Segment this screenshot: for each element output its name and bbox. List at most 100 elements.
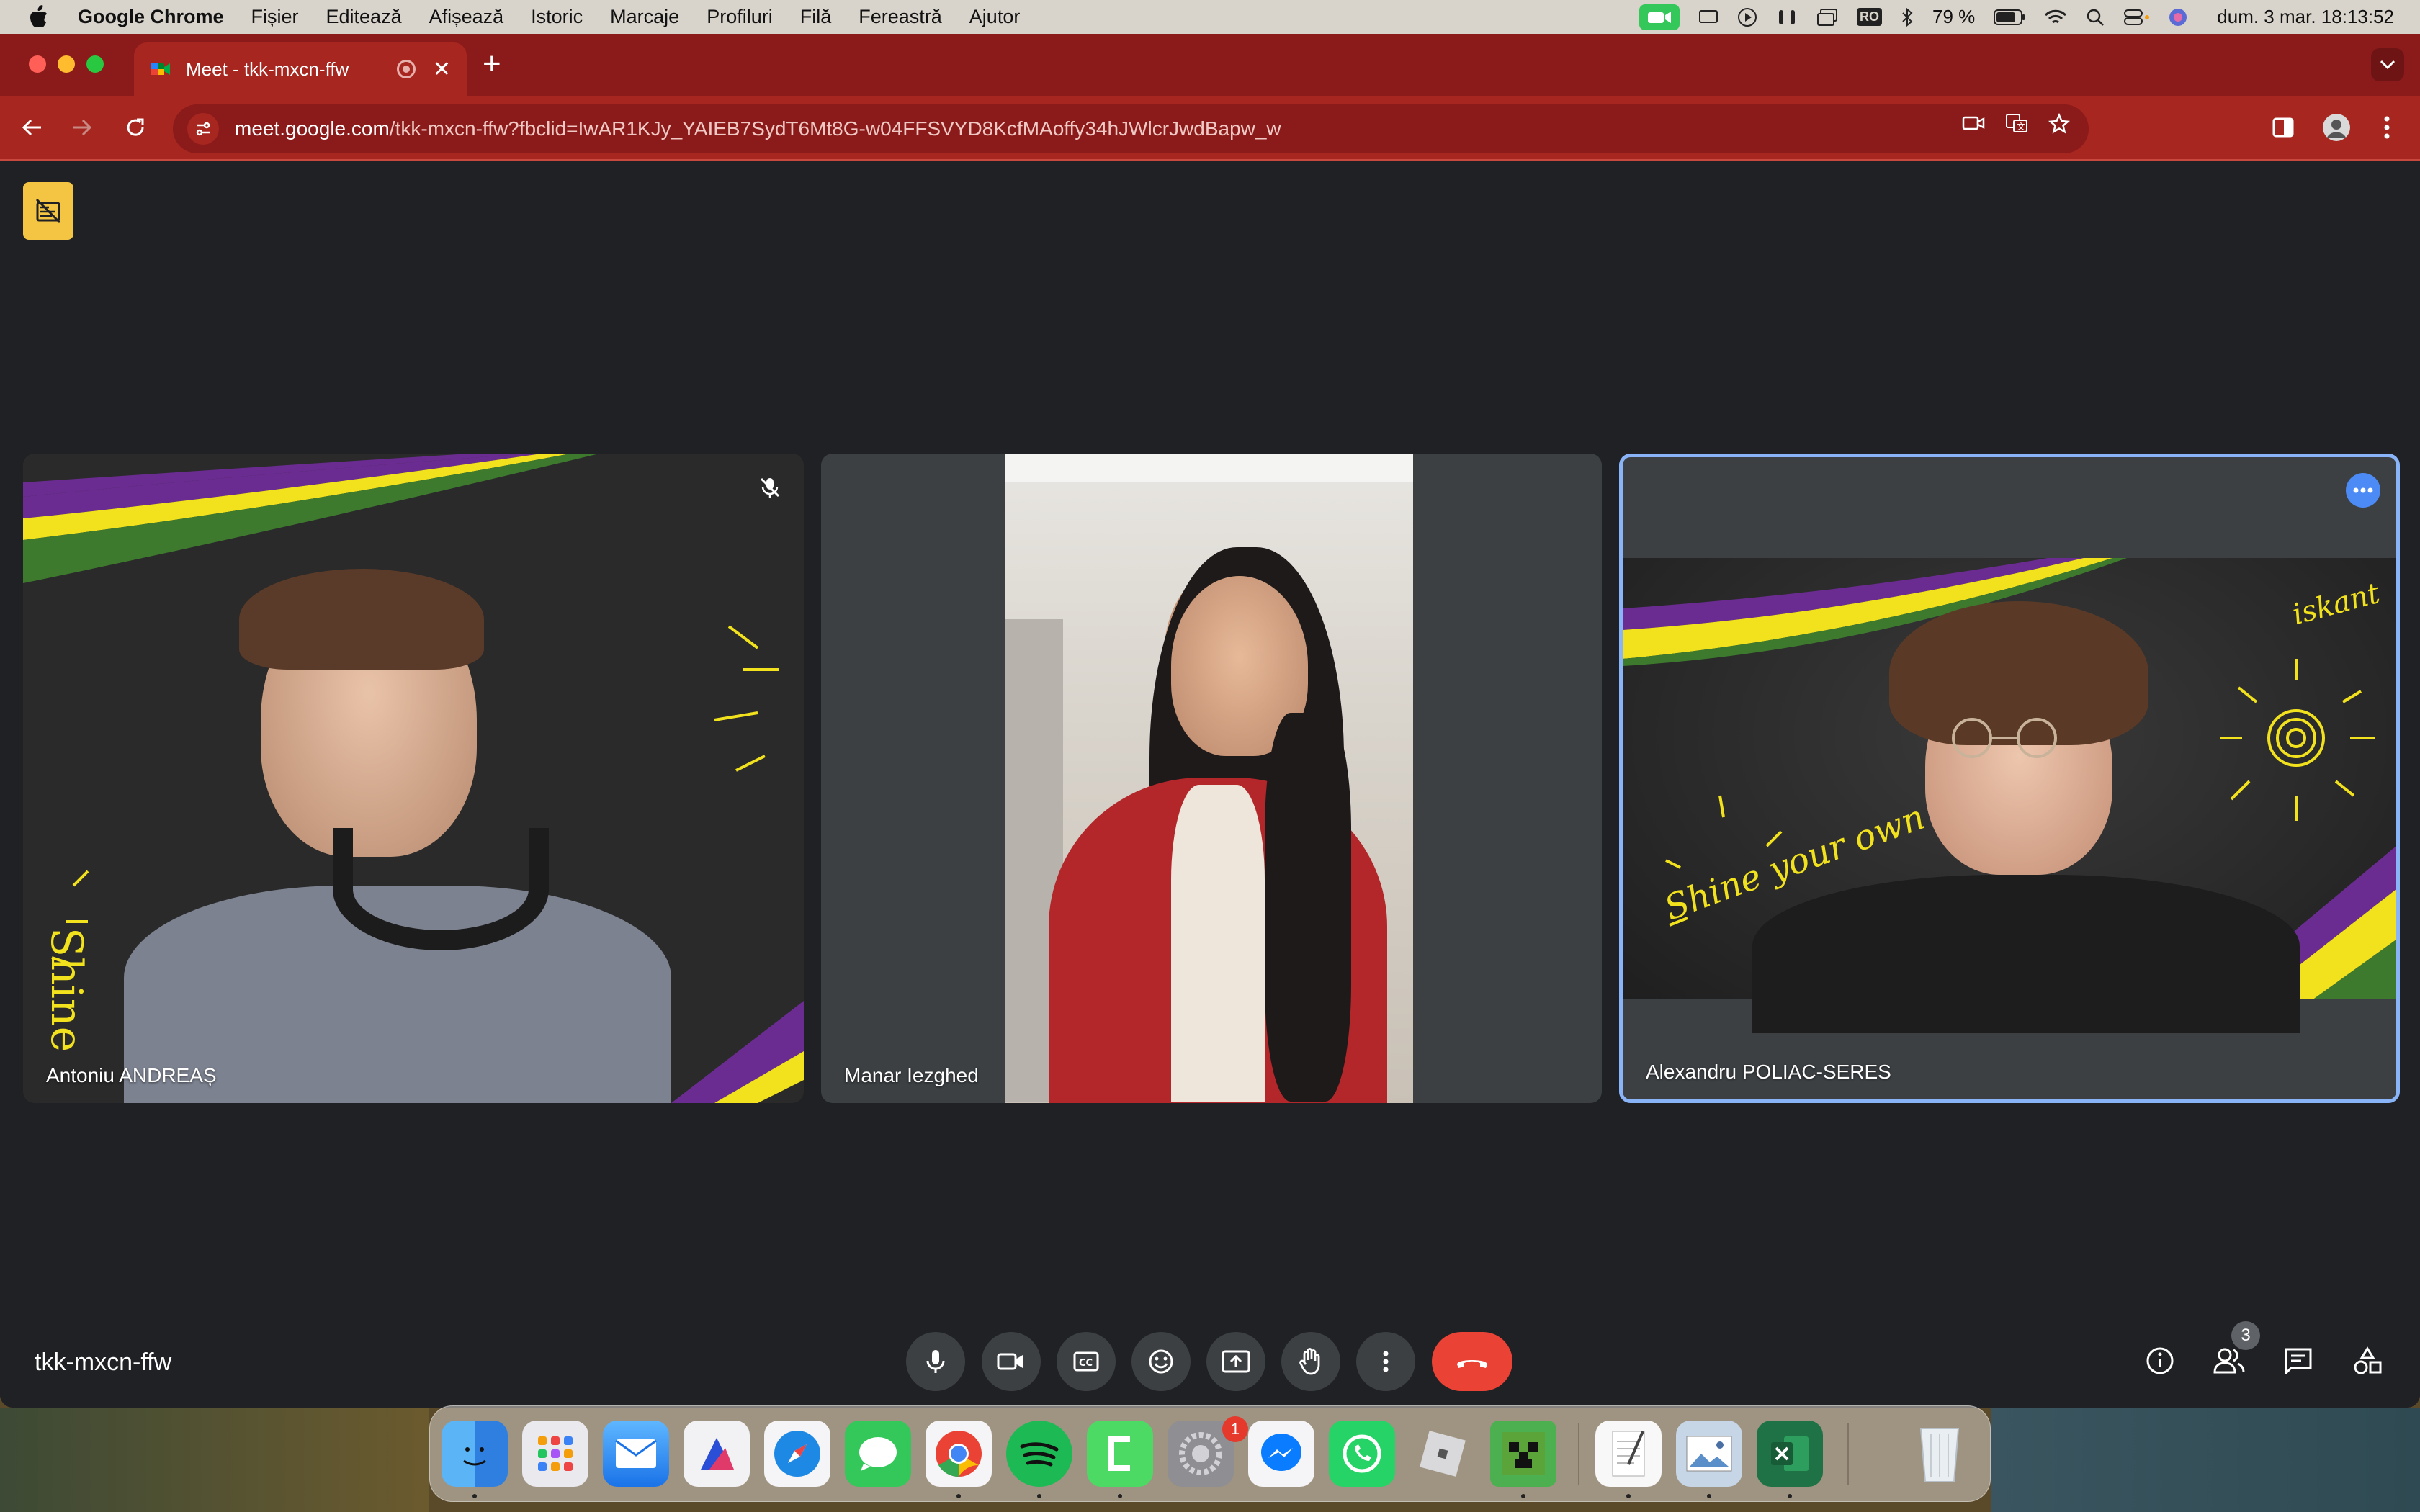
headphones-graphic [333,828,549,950]
background-logo-text: iskant [2289,577,2384,632]
raise-hand-button[interactable] [1281,1332,1340,1391]
captions-button[interactable]: CC [1057,1332,1116,1391]
svg-text:CC: CC [1079,1358,1093,1369]
macos-menubar: Google Chrome Fișier Editează Afișează I… [0,0,2420,34]
emoji-reactions-button[interactable] [1131,1332,1191,1391]
camo-icon[interactable] [1087,1421,1153,1487]
control-center-icon[interactable] [2123,6,2150,28]
svg-text:Shine: Shine [41,927,91,1052]
microphone-button[interactable] [906,1332,965,1391]
settings-notification-badge: 1 [1222,1416,1248,1442]
clock[interactable]: dum. 3 mar. 18:13:52 [2217,6,2394,28]
minecraft-icon[interactable] [1490,1421,1556,1487]
spotlight-search-icon[interactable] [2086,6,2105,28]
people-button[interactable] [2205,1337,2253,1385]
messages-icon[interactable] [845,1421,911,1487]
meet-favicon-icon [150,58,171,80]
participant-video [1005,454,1413,1103]
tab-close-icon[interactable]: ✕ [433,57,451,82]
translate-icon[interactable]: 文 [2005,113,2028,140]
bluetooth-icon[interactable] [1901,6,1914,28]
spotify-icon[interactable] [1006,1421,1072,1487]
present-screen-button[interactable] [1206,1332,1265,1391]
window-zoom-button[interactable] [86,55,104,73]
participant-name: Manar Iezghed [844,1064,979,1086]
mail-icon[interactable] [603,1421,669,1487]
menu-file[interactable]: Fișier [251,6,299,28]
forward-button[interactable] [66,112,98,143]
window-minimize-button[interactable] [58,55,75,73]
participant-tile-active[interactable]: Shine your own LIGHT iskant Alexandru PO… [1619,454,2400,1103]
meeting-code: tkk-mxcn-ffw [35,1349,172,1376]
reload-button[interactable] [120,112,151,143]
address-bar[interactable]: meet.google.com/tkk-mxcn-ffw?fbclid=IwAR… [173,104,2089,153]
airpods-icon[interactable] [1776,6,1798,28]
tab-search-button[interactable] [2371,48,2404,81]
desktop-wallpaper-right [1991,1408,2420,1512]
chrome-icon[interactable] [926,1421,992,1487]
site-info-icon[interactable] [187,113,219,145]
finder-icon[interactable] [442,1421,508,1487]
participant-tile[interactable]: Shine Antoniu ANDREAȘ [23,454,804,1103]
trash-icon[interactable] [1906,1421,1973,1487]
camera-in-use-icon[interactable] [1639,4,1680,30]
tab-strip: Meet - tkk-mxcn-ffw ✕ + [0,34,2420,96]
tab-meet[interactable]: Meet - tkk-mxcn-ffw ✕ [134,42,467,96]
tab-title: Meet - tkk-mxcn-ffw [186,58,349,80]
more-options-button[interactable] [1356,1332,1415,1391]
messenger-icon[interactable] [1248,1421,1314,1487]
url-path: /tkk-mxcn-ffw?fbclid=IwAR1KJy_YAIEB7SydT… [389,117,1281,140]
desktop-wallpaper-left [0,1408,429,1512]
new-tab-button[interactable]: + [483,48,501,80]
safari-icon[interactable] [764,1421,830,1487]
leave-call-button[interactable] [1432,1332,1512,1391]
video-off-badge-icon[interactable] [23,182,73,240]
activities-button[interactable] [2344,1337,2391,1385]
battery-icon[interactable] [1994,6,2025,28]
participant-tile[interactable]: Manar Iezghed [821,454,1602,1103]
menu-history[interactable]: Istoric [531,6,583,28]
menu-window[interactable]: Fereastră [859,6,942,28]
menu-edit[interactable]: Editează [326,6,402,28]
chrome-window: Meet - tkk-mxcn-ffw ✕ + meet.google.com /… [0,34,2420,1408]
participant-video: Shine your own LIGHT iskant [1623,558,2396,1033]
launchpad-icon[interactable] [522,1421,588,1487]
url-host: meet.google.com [235,117,390,140]
wifi-icon[interactable] [2044,6,2067,28]
side-panel-icon[interactable] [2267,112,2299,143]
menu-profiles[interactable]: Profiluri [707,6,773,28]
chrome-menu-icon[interactable] [2371,112,2403,143]
affinity-icon[interactable] [684,1421,750,1487]
meet-controls-bar: tkk-mxcn-ffw CC 3 [0,1321,2420,1406]
input-source-icon[interactable]: RO [1857,6,1883,28]
camera-permission-icon[interactable] [1962,113,1985,140]
participant-name: Alexandru POLIAC-SERES [1646,1061,1891,1083]
menu-view[interactable]: Afișează [429,6,504,28]
siri-icon[interactable] [2168,6,2188,28]
menu-bookmarks[interactable]: Marcaje [610,6,679,28]
meeting-details-button[interactable] [2136,1337,2184,1385]
roblox-icon[interactable] [1410,1421,1476,1487]
play-icon[interactable] [1737,6,1757,28]
meet-main: Shine Antoniu ANDREAȘ Manar Iezghed Shin… [0,161,2420,1408]
stage-manager-icon[interactable] [1816,6,1838,28]
back-button[interactable] [16,112,48,143]
menu-tab[interactable]: Filă [800,6,832,28]
camera-button[interactable] [982,1332,1041,1391]
recording-indicator-icon [396,60,416,78]
app-menu-name[interactable]: Google Chrome [78,6,224,28]
svg-text:文: 文 [2017,121,2025,132]
chat-button[interactable] [2275,1337,2322,1385]
preview-icon[interactable] [1676,1421,1742,1487]
profile-avatar[interactable] [2321,112,2352,143]
whatsapp-icon[interactable] [1329,1421,1395,1487]
apple-menu-icon[interactable] [27,4,49,30]
tile-more-options-button[interactable] [2346,473,2380,508]
bookmark-star-icon[interactable] [2048,112,2071,140]
textedit-icon[interactable] [1595,1421,1662,1487]
participant-name: Antoniu ANDREAȘ [46,1064,217,1086]
excel-icon[interactable] [1757,1421,1823,1487]
menu-help[interactable]: Ajutor [969,6,1021,28]
cast-icon[interactable] [1698,6,1718,28]
window-close-button[interactable] [29,55,46,73]
